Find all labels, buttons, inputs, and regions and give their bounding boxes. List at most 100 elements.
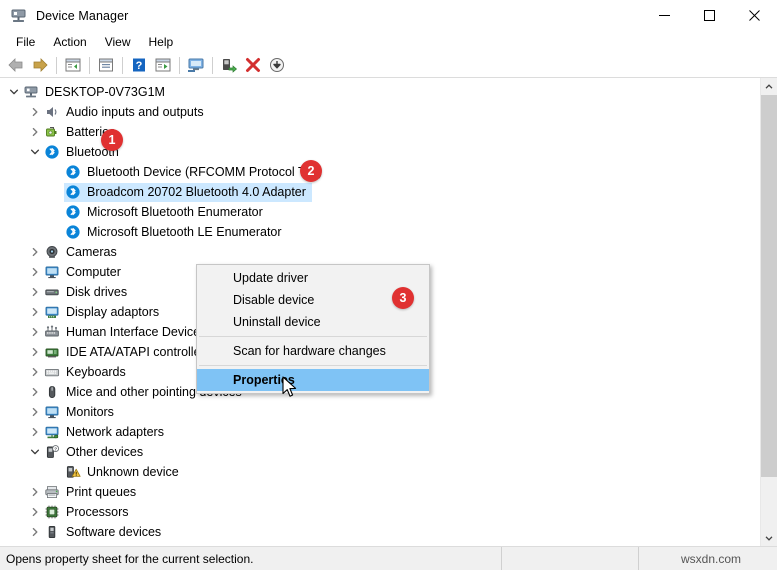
chevron-right-icon[interactable] xyxy=(27,364,43,380)
tree-item-sound-video-and-game-controllers[interactable]: Sound, video and game controllers xyxy=(0,542,760,546)
tree-item-processors[interactable]: Processors xyxy=(0,502,760,522)
tree-item-bluetooth-device-rfcomm-protocol-tdi[interactable]: Bluetooth Device (RFCOMM Protocol TDI) xyxy=(0,162,760,182)
context-menu-item-update-driver[interactable]: Update driver xyxy=(197,267,429,289)
title-bar: Device Manager xyxy=(0,0,777,31)
tree-item-label: Broadcom 20702 Bluetooth 4.0 Adapter xyxy=(87,185,306,199)
chevron-right-icon[interactable] xyxy=(27,244,43,260)
context-menu-item-uninstall-device[interactable]: Uninstall device xyxy=(197,311,429,333)
tree-item-label: Microsoft Bluetooth LE Enumerator xyxy=(87,225,282,239)
status-bar: Opens property sheet for the current sel… xyxy=(0,546,777,570)
camera-icon xyxy=(43,244,60,260)
unknown-device-warning-icon xyxy=(64,464,81,480)
software-device-icon xyxy=(43,524,60,540)
context-menu-item-label: Uninstall device xyxy=(233,315,321,329)
menu-help[interactable]: Help xyxy=(140,32,183,52)
svg-text:?: ? xyxy=(136,60,143,72)
chevron-right-icon[interactable] xyxy=(27,544,43,546)
tree-item-label: Network adapters xyxy=(66,425,164,439)
minimize-button[interactable] xyxy=(642,0,687,31)
watermark: wsxdn.com xyxy=(680,551,742,566)
tree-item-audio-inputs-and-outputs[interactable]: Audio inputs and outputs xyxy=(0,102,760,122)
tree-item-label: Other devices xyxy=(66,445,144,459)
help-icon[interactable]: ? xyxy=(127,54,151,76)
context-menu-item-label: Scan for hardware changes xyxy=(233,344,386,358)
tree-item-microsoft-bluetooth-le-enumerator[interactable]: Microsoft Bluetooth LE Enumerator xyxy=(0,222,760,242)
context-menu-item-scan-for-hardware-changes[interactable]: Scan for hardware changes xyxy=(197,340,429,362)
tree-item-monitors[interactable]: Monitors xyxy=(0,402,760,422)
maximize-button[interactable] xyxy=(687,0,732,31)
scrollbar-track[interactable] xyxy=(761,95,777,529)
chevron-right-icon[interactable] xyxy=(27,104,43,120)
bluetooth-icon xyxy=(43,144,60,160)
chevron-right-icon[interactable] xyxy=(27,484,43,500)
menu-action[interactable]: Action xyxy=(44,32,95,52)
scan-for-hardware-changes-icon[interactable] xyxy=(184,54,208,76)
window-controls xyxy=(642,0,777,31)
chevron-right-icon[interactable] xyxy=(27,504,43,520)
menu-file[interactable]: File xyxy=(7,32,44,52)
vertical-scrollbar[interactable] xyxy=(760,78,777,546)
tree-item-unknown-device[interactable]: Unknown device xyxy=(0,462,760,482)
menu-view[interactable]: View xyxy=(96,32,140,52)
scroll-down-arrow-icon[interactable] xyxy=(761,529,777,546)
chevron-down-icon[interactable] xyxy=(27,144,43,160)
scrollbar-thumb[interactable] xyxy=(761,95,777,477)
content-area: DESKTOP-0V73G1M Audio inputs and outputs B… xyxy=(0,78,777,546)
tree-item-label: Unknown device xyxy=(87,465,179,479)
properties-icon[interactable] xyxy=(94,54,118,76)
context-menu-item-properties[interactable]: Properties xyxy=(197,369,429,391)
show-hide-console-tree-icon[interactable] xyxy=(61,54,85,76)
tree-item-label: DESKTOP-0V73G1M xyxy=(45,85,165,99)
scroll-up-arrow-icon[interactable] xyxy=(761,78,777,95)
bluetooth-icon xyxy=(64,204,81,220)
tree-item-label: IDE ATA/ATAPI controllers xyxy=(66,345,211,359)
tree-item-other-devices[interactable]: ? Other devices xyxy=(0,442,760,462)
display-adapter-icon xyxy=(43,304,60,320)
enable-device-icon[interactable] xyxy=(217,54,241,76)
chevron-right-icon[interactable] xyxy=(27,384,43,400)
status-message: Opens property sheet for the current sel… xyxy=(0,546,502,570)
speaker-icon xyxy=(43,104,60,120)
tree-item-label: Keyboards xyxy=(66,365,126,379)
chevron-right-icon[interactable] xyxy=(27,304,43,320)
update-driver-icon[interactable] xyxy=(151,54,175,76)
chevron-right-icon[interactable] xyxy=(27,424,43,440)
chevron-right-icon[interactable] xyxy=(27,264,43,280)
install-legacy-hardware-icon[interactable] xyxy=(265,54,289,76)
chevron-right-icon[interactable] xyxy=(27,284,43,300)
tree-item-broadcom-20702-bluetooth-4-0-adapter[interactable]: Broadcom 20702 Bluetooth 4.0 Adapter xyxy=(0,182,760,202)
uninstall-device-icon[interactable] xyxy=(241,54,265,76)
context-menu-item-label: Disable device xyxy=(233,293,315,307)
tree-item-print-queues[interactable]: Print queues xyxy=(0,482,760,502)
tree-item-label: Human Interface Devices xyxy=(66,325,207,339)
context-menu[interactable]: Update driver Disable device Uninstall dev… xyxy=(196,264,430,394)
tree-item-software-devices[interactable]: Software devices xyxy=(0,522,760,542)
tree-item-network-adapters[interactable]: Network adapters xyxy=(0,422,760,442)
forward-icon[interactable] xyxy=(28,54,52,76)
toolbar: ? xyxy=(0,53,777,78)
tree-item-label: Sound, video and game controllers xyxy=(66,542,259,546)
chevron-right-icon[interactable] xyxy=(27,344,43,360)
keyboard-icon xyxy=(43,364,60,380)
sound-controller-icon xyxy=(43,544,60,546)
tree-item-label: Monitors xyxy=(66,405,114,419)
chevron-right-icon[interactable] xyxy=(27,324,43,340)
close-button[interactable] xyxy=(732,0,777,31)
chevron-down-icon[interactable] xyxy=(6,84,22,100)
toolbar-separator xyxy=(122,56,123,74)
chevron-right-icon[interactable] xyxy=(27,404,43,420)
chevron-right-icon[interactable] xyxy=(27,124,43,140)
toolbar-separator xyxy=(179,56,180,74)
tree-item-microsoft-bluetooth-enumerator[interactable]: Microsoft Bluetooth Enumerator xyxy=(0,202,760,222)
chevron-right-icon[interactable] xyxy=(27,524,43,540)
tree-item-cameras[interactable]: Cameras xyxy=(0,242,760,262)
tree-item-label: Microsoft Bluetooth Enumerator xyxy=(87,205,263,219)
chevron-down-icon[interactable] xyxy=(27,444,43,460)
tree-item-desktop-0v73g1m[interactable]: DESKTOP-0V73G1M xyxy=(0,82,760,102)
back-icon[interactable] xyxy=(4,54,28,76)
tree-item-label: Disk drives xyxy=(66,285,128,299)
hid-icon xyxy=(43,324,60,340)
tree-item-label: Computer xyxy=(66,265,121,279)
